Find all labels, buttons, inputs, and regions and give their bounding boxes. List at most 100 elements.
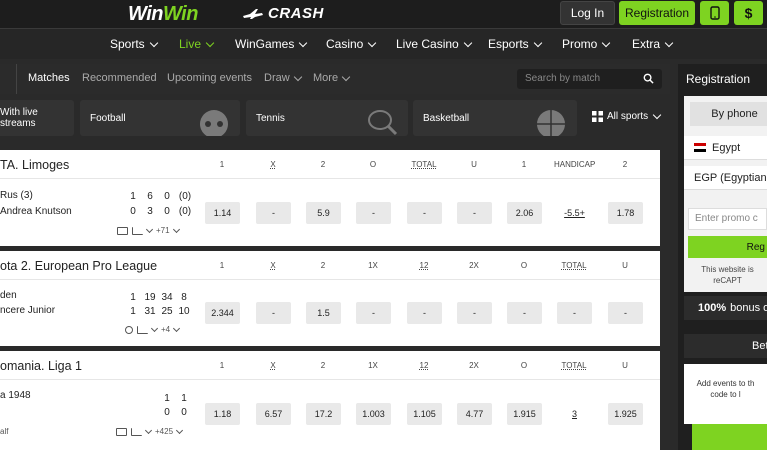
odd-button[interactable]: 1.18 bbox=[205, 403, 240, 425]
nav-wingames[interactable]: WinGames bbox=[235, 37, 308, 51]
odd-button[interactable]: 1.003 bbox=[356, 403, 391, 425]
mobile-app-button[interactable] bbox=[700, 1, 729, 25]
nav-live-casino[interactable]: Live Casino bbox=[396, 37, 472, 51]
scoreboard-icon[interactable] bbox=[117, 226, 128, 235]
odd-button[interactable]: - bbox=[356, 302, 391, 324]
team-name[interactable]: Andrea Knutson bbox=[0, 206, 72, 217]
odd-button[interactable]: 2.06 bbox=[507, 202, 542, 224]
odd-button[interactable]: 4.77 bbox=[457, 403, 492, 425]
odd-button[interactable]: - bbox=[256, 302, 291, 324]
chevron-down-icon bbox=[149, 38, 158, 47]
handicap-value[interactable]: -5.5+ bbox=[557, 202, 592, 224]
deposit-button[interactable]: $ bbox=[734, 1, 763, 25]
tab-draw[interactable]: Draw bbox=[264, 72, 302, 84]
nav-extra[interactable]: Extra bbox=[632, 37, 674, 51]
filter-tennis[interactable]: Tennis bbox=[246, 100, 408, 136]
registration-sidebar: Registration By phone Egypt EGP (Egyptia… bbox=[678, 64, 767, 450]
crash-link[interactable]: CRASH bbox=[242, 5, 324, 22]
promo-code-input[interactable]: Enter promo c bbox=[688, 208, 767, 230]
tab-recommended[interactable]: Recommended bbox=[82, 72, 157, 84]
event-title[interactable]: TA. Limoges bbox=[0, 158, 69, 172]
more-markets-count[interactable]: +4 bbox=[161, 325, 170, 334]
nav-live[interactable]: Live bbox=[179, 37, 215, 51]
registration-button[interactable]: Registration bbox=[619, 1, 695, 25]
team-name[interactable]: den bbox=[0, 290, 17, 301]
odd-button[interactable]: 1.5 bbox=[306, 302, 341, 324]
login-button[interactable]: Log In bbox=[560, 1, 615, 25]
odd-button[interactable]: 6.57 bbox=[256, 403, 291, 425]
football-icon bbox=[200, 110, 228, 136]
currency-select[interactable]: EGP (Egyptian bbox=[684, 166, 767, 190]
chevron-down-icon[interactable] bbox=[175, 426, 184, 435]
odd-button[interactable]: - bbox=[457, 302, 492, 324]
filter-label: Tennis bbox=[256, 112, 285, 124]
bet-slip-button[interactable] bbox=[692, 424, 767, 450]
odd-button[interactable]: - bbox=[256, 202, 291, 224]
chevron-down-icon bbox=[144, 426, 153, 435]
column-header: 1X bbox=[368, 361, 378, 370]
search-input[interactable]: Search by match bbox=[517, 69, 662, 89]
nav-esports[interactable]: Esports bbox=[488, 37, 542, 51]
note-line: This website is bbox=[701, 265, 754, 274]
odd-button[interactable]: - bbox=[356, 202, 391, 224]
search-icon[interactable] bbox=[643, 73, 654, 84]
tab-label: Draw bbox=[264, 72, 290, 84]
nav-promo[interactable]: Promo bbox=[562, 37, 611, 51]
column-header: 1 bbox=[219, 160, 225, 169]
live-events-board: TA. Limoges 1 X 2 O TOTAL U 1 HANDICAP 2… bbox=[0, 150, 660, 450]
team-name[interactable]: Rus (3) bbox=[0, 190, 33, 201]
tab-more[interactable]: More bbox=[313, 72, 351, 84]
odd-button[interactable]: 17.2 bbox=[306, 403, 341, 425]
play-icon[interactable] bbox=[125, 325, 133, 334]
odd-button[interactable]: - bbox=[407, 302, 442, 324]
scoreboard-icon[interactable] bbox=[116, 427, 127, 436]
odd-button[interactable]: 5.9 bbox=[306, 202, 341, 224]
nav-label: Sports bbox=[110, 37, 145, 51]
team-name[interactable]: a 1948 bbox=[0, 390, 31, 401]
odd-button[interactable]: - bbox=[608, 302, 643, 324]
bet-slip-header[interactable]: Bet bbox=[684, 334, 767, 358]
score: (0) bbox=[178, 191, 192, 202]
filter-football[interactable]: Football bbox=[80, 100, 240, 136]
stats-icon[interactable] bbox=[137, 325, 148, 334]
column-header: TOTAL bbox=[561, 361, 587, 370]
odd-button[interactable]: 2.344 bbox=[205, 302, 240, 324]
bet-slip-empty: Add events to th code to l bbox=[684, 364, 767, 424]
phone-icon bbox=[709, 6, 720, 20]
stats-icon[interactable] bbox=[132, 226, 143, 235]
chevron-down-icon[interactable] bbox=[172, 225, 180, 234]
odd-button[interactable]: 1.14 bbox=[205, 202, 240, 224]
winwin-logo[interactable]: WinWin bbox=[128, 3, 198, 26]
all-sports-dropdown[interactable]: All sports bbox=[592, 110, 662, 122]
odd-button[interactable]: 1.105 bbox=[407, 403, 442, 425]
country-select[interactable]: Egypt bbox=[684, 136, 767, 160]
stats-icon[interactable] bbox=[131, 427, 142, 436]
match-period: alf bbox=[0, 427, 9, 436]
more-markets-count[interactable]: +71 bbox=[156, 226, 170, 235]
odd-button[interactable]: 1.78 bbox=[608, 202, 643, 224]
chevron-down-icon[interactable] bbox=[173, 324, 181, 333]
odd-button[interactable]: - bbox=[507, 302, 542, 324]
nav-casino[interactable]: Casino bbox=[326, 37, 377, 51]
tab-upcoming[interactable]: Upcoming events bbox=[167, 72, 252, 84]
filter-live-streams[interactable]: With live streams bbox=[0, 100, 74, 136]
chevron-down-icon bbox=[652, 110, 662, 120]
event-title[interactable]: omania. Liga 1 bbox=[0, 359, 82, 373]
total-value[interactable]: 3 bbox=[557, 403, 592, 425]
team-name[interactable]: ncere Junior bbox=[0, 305, 55, 316]
nav-sports[interactable]: Sports bbox=[110, 37, 158, 51]
odd-button[interactable]: - bbox=[557, 302, 592, 324]
filter-basketball[interactable]: Basketball bbox=[413, 100, 577, 136]
odd-button[interactable]: - bbox=[457, 202, 492, 224]
score: 31 bbox=[144, 306, 156, 317]
chevron-down-icon bbox=[664, 38, 674, 47]
register-submit-button[interactable]: Reg bbox=[688, 236, 767, 258]
odd-button[interactable]: 1.925 bbox=[608, 403, 643, 425]
bonus-banner[interactable]: 100% bonus o bbox=[684, 296, 767, 320]
odd-button[interactable]: - bbox=[407, 202, 442, 224]
by-phone-tab[interactable]: By phone bbox=[690, 102, 767, 126]
more-markets-count[interactable]: +425 bbox=[155, 427, 173, 436]
event-title[interactable]: ota 2. European Pro League bbox=[0, 259, 157, 273]
odd-button[interactable]: 1.915 bbox=[507, 403, 542, 425]
tab-matches[interactable]: Matches bbox=[28, 72, 70, 84]
